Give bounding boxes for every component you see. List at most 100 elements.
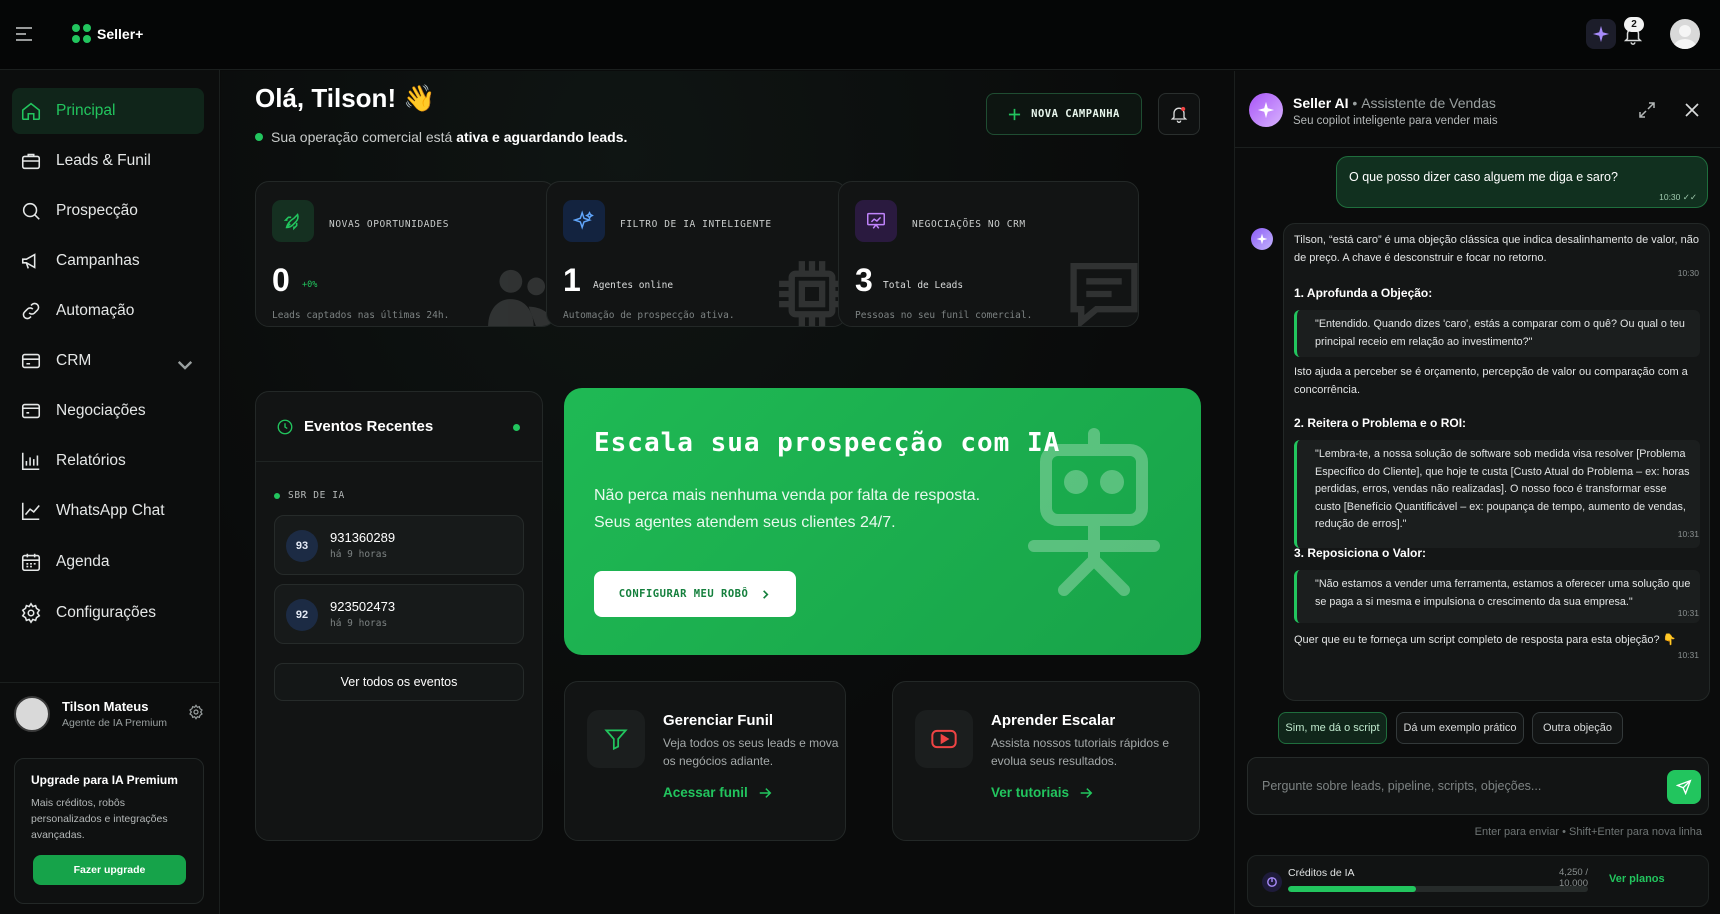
sidebar-item-automacao[interactable]: Automação [12,288,204,334]
stat-subtitle: Automação de prospecção ativa. [563,310,735,321]
ai-closing: Quer que eu te forneça um script complet… [1294,634,1677,646]
sidebar-item-negociacoes[interactable]: Negociações [12,388,204,434]
ai-heading-1: 1. Aprofunda a Objeção: [1294,286,1433,300]
stat-label: FILTRO DE IA INTELIGENTE [620,219,772,230]
chip-bg-icon [779,261,845,326]
close-icon[interactable] [1683,101,1701,119]
ai-credits-card: Créditos de IA 4,250 / 10,000 Ver planos [1247,855,1709,907]
status-dot [255,133,263,141]
sidebar-item-prospeccao[interactable]: Prospecção [12,188,204,234]
sidebar-item-crm[interactable]: CRM [12,338,204,384]
user-avatar[interactable] [1670,19,1700,49]
new-campaign-button[interactable]: NOVA CAMPANHA [986,93,1142,135]
chevron-right-icon [763,589,769,599]
expand-icon[interactable] [1638,101,1656,119]
send-button[interactable] [1667,770,1701,804]
sidebar-item-campanhas[interactable]: Campanhas [12,238,204,284]
robot-icon [1028,428,1160,596]
bar-chart-icon [21,452,40,471]
ai-quote-3: "Não estamos a vender uma ferramenta, es… [1294,570,1700,623]
message-time: 10:31 [1677,650,1699,660]
notification-count-badge: 2 [1624,17,1644,32]
suggestion-chip[interactable]: Dá um exemplo prático [1396,712,1524,744]
chat-subtitle: Seu copilot inteligente para vender mais [1293,115,1498,127]
access-funnel-link[interactable]: Acessar funil [663,785,772,800]
sidebar-item-label: Agenda [56,553,110,570]
event-item[interactable]: 93 931360289 há 9 horas [274,515,524,575]
credits-progress-bar [1288,886,1588,892]
ai-quote-2: "Lembra-te, a nossa solução de software … [1294,440,1700,548]
card-description: Assista nossos tutoriais rápidos e evolu… [991,736,1170,768]
settings-gear-icon[interactable] [188,704,204,720]
stat-aux-label: Total de Leads [883,280,964,291]
events-title: Eventos Recentes [304,418,434,435]
card-description: Veja todos os seus leads e mova os negóc… [663,736,839,768]
user-avatar [14,696,50,732]
logo-icon [72,24,91,43]
chat-bubble-bg-icon [1070,262,1138,326]
arrow-right-icon [1080,787,1093,798]
chevron-down-icon [177,361,193,370]
events-header: Eventos Recentes [256,392,542,462]
chat-input-placeholder: Pergunte sobre leads, pipeline, scripts,… [1262,779,1542,793]
stat-label: NEGOCIAÇÕES NO CRM [912,219,1026,230]
hero-line-1: Não perca mais nenhuma venda por falta d… [594,487,981,504]
message-time: 10:31 [1677,608,1699,618]
user-card[interactable]: Tilson Mateus Agente de IA Premium [14,696,206,740]
sidebar-item-whatsapp-chat[interactable]: WhatsApp Chat [12,488,204,534]
wallet-icon [21,403,41,419]
sidebar-item-label: Configurações [56,604,156,621]
menu-icon[interactable] [14,24,34,44]
credits-label: Créditos de IA [1288,867,1355,879]
user-message-text: O que posso dizer caso alguem me diga e … [1349,170,1618,184]
suggestion-chip[interactable]: Outra objeção [1532,712,1623,744]
sidebar-item-label: Principal [56,102,116,119]
configure-robot-button[interactable]: CONFIGURAR MEU ROBÔ [594,571,796,617]
sidebar-item-configuracoes[interactable]: Configurações [12,590,204,636]
chat-input[interactable]: Pergunte sobre leads, pipeline, scripts,… [1247,757,1709,815]
gear-icon [21,602,41,624]
megaphone-icon [21,253,36,269]
home-icon [21,102,41,121]
chat-subtitle-tag: Assistente de Vendas [1361,95,1496,111]
ai-quote-1: "Entendido. Quando dizes 'caro', estás a… [1294,310,1700,357]
bell-icon [1170,106,1188,123]
event-number: 923502473 [330,599,396,614]
ai-avatar [1251,228,1273,250]
alerts-button[interactable] [1158,93,1200,135]
suggestion-chip[interactable]: Sim, me dá o script [1278,712,1387,744]
event-item[interactable]: 92 923502473 há 9 horas [274,584,524,644]
sidebar-item-principal[interactable]: Principal [12,88,204,134]
sidebar-item-label: Negociações [56,402,146,419]
chat-title: Seller AI • Assistente de Vendas [1293,95,1496,111]
calendar-icon [21,553,41,572]
event-time: há 9 horas [330,549,388,560]
stat-value: 0 [272,262,290,298]
view-tutorials-link[interactable]: Ver tutoriais [991,785,1093,800]
user-message: O que posso dizer caso alguem me diga e … [1336,156,1708,208]
ai-sparkle-button[interactable] [1586,19,1616,49]
view-all-events-button[interactable]: Ver todos os eventos [274,663,524,701]
top-bar: Seller+ 2 [0,0,1720,70]
card-learn-scale: Aprender Escalar Assista nossos tutoriai… [892,681,1200,841]
event-time: há 9 horas [330,618,388,629]
sidebar: Principal Leads & Funil Prospecção Campa… [0,70,220,914]
sidebar-item-label: Prospecção [56,202,138,219]
app-logo[interactable]: Seller+ [72,24,143,43]
sidebar-item-agenda[interactable]: Agenda [12,539,204,585]
stat-value: 1 [563,262,581,298]
hero-line-2: Seus agentes atendem seus clientes 24/7. [594,514,896,531]
card-icon [21,353,41,369]
hero-description: Não perca mais nenhuma venda por falta d… [594,482,1014,536]
user-role: Agente de IA Premium [62,717,168,729]
upgrade-button[interactable]: Fazer upgrade [33,855,186,885]
sidebar-item-relatorios[interactable]: Relatórios [12,438,204,484]
status-text: Sua operação comercial está [271,129,453,145]
stat-subtitle: Pessoas no seu funil comercial. [855,310,1033,321]
view-plans-link[interactable]: Ver planos [1609,873,1665,885]
sidebar-item-leads-funil[interactable]: Leads & Funil [12,138,204,184]
search-icon [22,202,40,220]
message-time: 10:30 [1677,268,1699,278]
presentation-chart-icon [855,200,897,242]
event-avatar: 93 [286,530,318,562]
